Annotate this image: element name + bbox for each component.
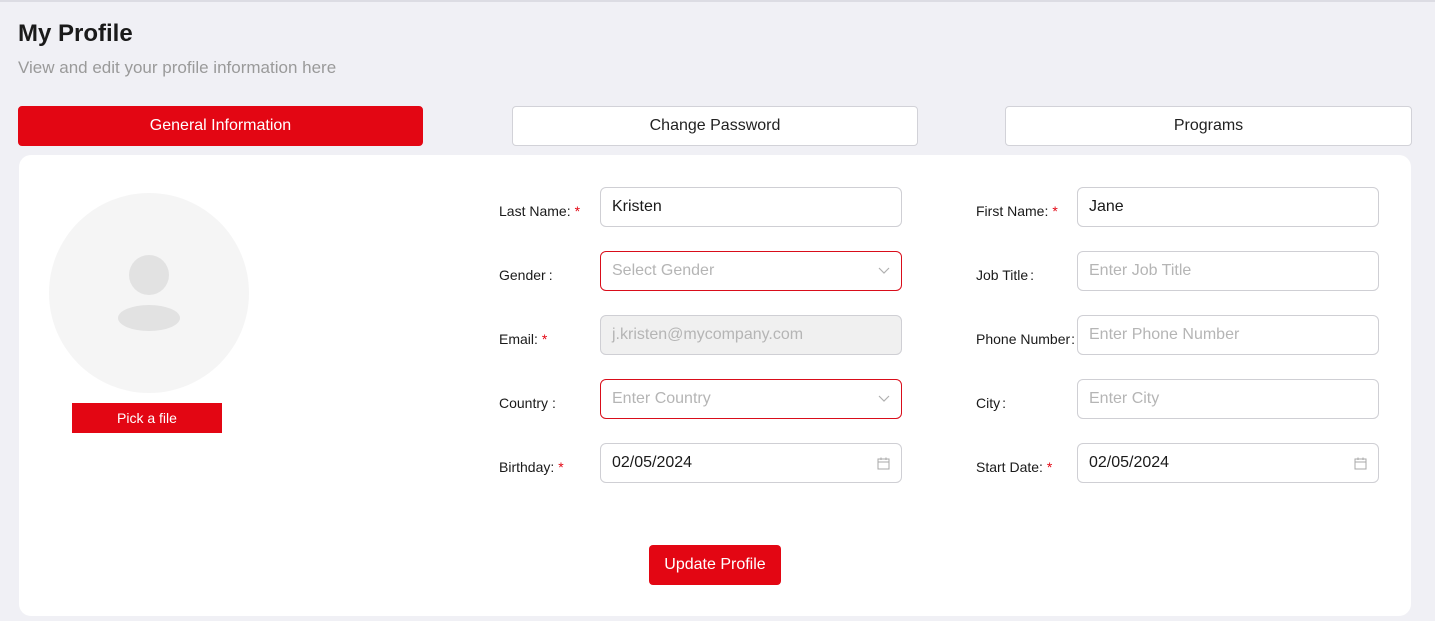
gender-placeholder: Select Gender xyxy=(612,262,715,279)
birthday-value: 02/05/2024 xyxy=(612,454,693,471)
tab-programs[interactable]: Programs xyxy=(1005,106,1412,146)
email-label: Email: * xyxy=(499,331,548,347)
first-name-label: First Name: * xyxy=(976,203,1058,219)
job-title-placeholder: Enter Job Title xyxy=(1089,262,1192,279)
email-value: j.kristen@mycompany.com xyxy=(612,326,804,343)
phone-number-input[interactable]: Enter Phone Number xyxy=(1077,315,1379,355)
chevron-down-icon xyxy=(878,380,890,418)
start-date-picker[interactable]: 02/05/2024 xyxy=(1077,443,1379,483)
calendar-icon[interactable] xyxy=(1354,444,1367,482)
last-name-value: Kristen xyxy=(612,198,662,215)
country-placeholder: Enter Country xyxy=(612,390,711,407)
chevron-down-icon xyxy=(878,252,890,290)
profile-card: Pick a file Last Name: * Kristen First Na… xyxy=(19,155,1411,616)
last-name-input[interactable]: Kristen xyxy=(600,187,902,227)
update-profile-button[interactable]: Update Profile xyxy=(649,545,781,585)
pick-file-button[interactable]: Pick a file xyxy=(72,403,222,433)
country-label: Country: xyxy=(499,395,556,411)
calendar-icon[interactable] xyxy=(877,444,890,482)
job-title-label: Job Title: xyxy=(976,267,1035,283)
top-divider xyxy=(0,0,1435,2)
start-date-label: Start Date: * xyxy=(976,459,1053,475)
avatar xyxy=(49,193,249,393)
page-subtitle: View and edit your profile information h… xyxy=(18,58,337,77)
first-name-input[interactable]: Jane xyxy=(1077,187,1379,227)
phone-number-placeholder: Enter Phone Number xyxy=(1089,326,1240,343)
gender-label: Gender: xyxy=(499,267,553,283)
tab-general-information[interactable]: General Information xyxy=(18,106,423,146)
birthday-date-picker[interactable]: 02/05/2024 xyxy=(600,443,902,483)
city-placeholder: Enter City xyxy=(1089,390,1160,407)
country-select[interactable]: Enter Country xyxy=(600,379,902,419)
job-title-input[interactable]: Enter Job Title xyxy=(1077,251,1379,291)
city-input[interactable]: Enter City xyxy=(1077,379,1379,419)
first-name-value: Jane xyxy=(1089,198,1124,215)
birthday-label: Birthday: * xyxy=(499,459,564,475)
phone-number-label: Phone Number: xyxy=(976,331,1076,347)
gender-select[interactable]: Select Gender xyxy=(600,251,902,291)
tab-change-password[interactable]: Change Password xyxy=(512,106,918,146)
user-placeholder-icon-body xyxy=(118,305,180,331)
start-date-value: 02/05/2024 xyxy=(1089,454,1170,471)
page-title: My Profile xyxy=(18,20,133,47)
city-label: City: xyxy=(976,395,1007,411)
email-input: j.kristen@mycompany.com xyxy=(600,315,902,355)
last-name-label: Last Name: * xyxy=(499,203,581,219)
user-placeholder-icon xyxy=(129,255,169,295)
